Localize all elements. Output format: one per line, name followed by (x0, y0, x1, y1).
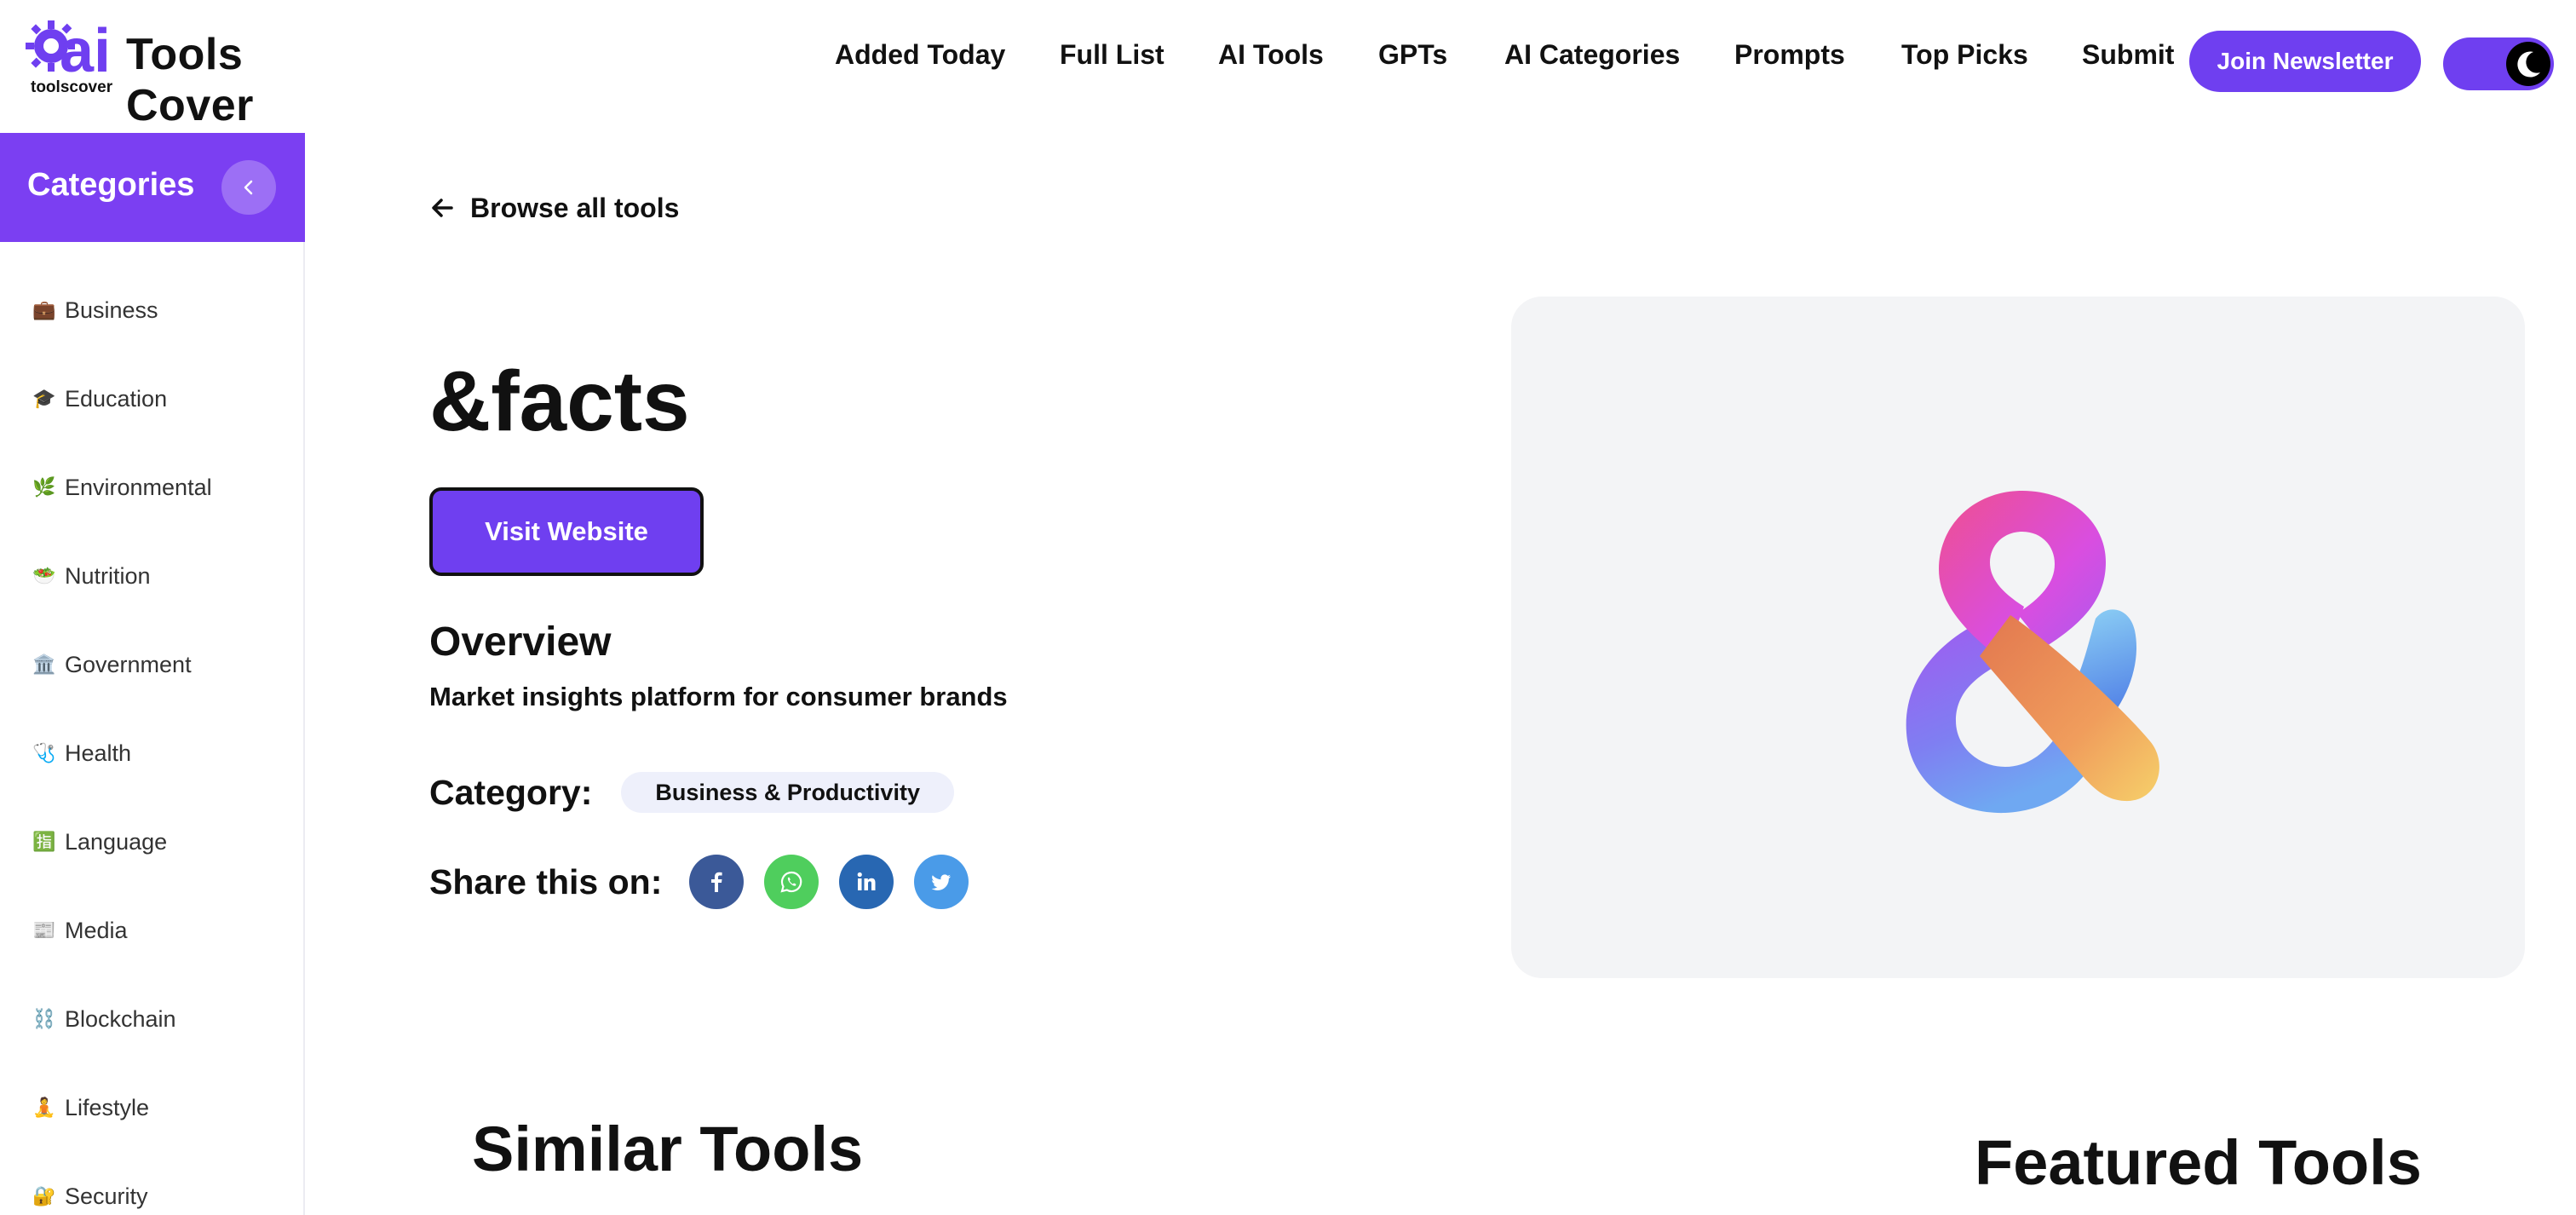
categories-sidebar: Categories 💼 Business 🎓 Education 🌿 Environ… (0, 133, 305, 1215)
featured-tools-heading: Featured Tools (1975, 1127, 2422, 1198)
sidebar-item-label: Education (65, 385, 168, 412)
sidebar-item-health[interactable]: 🩺 Health (32, 736, 131, 770)
twitter-icon (931, 874, 952, 890)
sidebar-item-label: Security (65, 1183, 148, 1209)
sidebar-item-label: Lifestyle (65, 1094, 150, 1120)
leaf-icon: 🌿 (32, 476, 56, 498)
sidebar-item-blockchain[interactable]: ⛓️ Blockchain (32, 1002, 176, 1036)
nav-top-picks[interactable]: Top Picks (1901, 39, 2028, 71)
category-badge[interactable]: Business & Productivity (621, 772, 954, 813)
linkedin-icon (858, 872, 876, 890)
stethoscope-icon: 🩺 (32, 742, 56, 763)
chain-icon: ⛓️ (32, 1008, 56, 1029)
share-twitter-button[interactable] (914, 855, 969, 909)
sidebar-item-environmental[interactable]: 🌿 Environmental (32, 470, 212, 504)
language-icon: 🈯 (32, 831, 56, 852)
sidebar-item-label: Government (65, 651, 192, 677)
overview-text: Market insights platform for consumer br… (429, 682, 1008, 711)
theme-toggle[interactable] (2443, 37, 2554, 90)
newspaper-icon: 📰 (32, 919, 56, 941)
gear-logo-icon: ai (26, 17, 111, 85)
sidebar-item-label: Nutrition (65, 562, 151, 589)
sidebar-item-business[interactable]: 💼 Business (32, 293, 158, 327)
sidebar-item-label: Business (65, 297, 158, 323)
building-icon: 🏛️ (32, 654, 56, 675)
share-facebook-button[interactable] (689, 855, 745, 909)
share-linkedin-button[interactable] (839, 855, 894, 909)
sidebar-title: Categories (27, 167, 195, 203)
category-label: Category: (429, 772, 593, 812)
sidebar-item-label: Media (65, 917, 128, 943)
nav-prompts[interactable]: Prompts (1734, 39, 1845, 71)
nav-gpts[interactable]: GPTs (1378, 39, 1447, 71)
sidebar-item-government[interactable]: 🏛️ Government (32, 648, 192, 682)
sidebar-item-security[interactable]: 🔐 Security (32, 1179, 148, 1213)
share-icons (689, 855, 969, 909)
tool-title: &facts (429, 354, 690, 449)
nav-ai-categories[interactable]: AI Categories (1504, 39, 1680, 71)
site-header: ai toolscover Tools Cover Added Today Fu… (0, 0, 2576, 130)
logo-title: Tools Cover (126, 30, 254, 130)
facebook-icon (711, 872, 722, 892)
meditation-icon: 🧘 (32, 1097, 56, 1118)
sidebar-item-label: Health (65, 740, 132, 766)
graduation-cap-icon: 🎓 (32, 388, 56, 409)
briefcase-icon: 💼 (32, 299, 56, 320)
sidebar-item-nutrition[interactable]: 🥗 Nutrition (32, 559, 151, 593)
sidebar-item-label: Blockchain (65, 1005, 176, 1032)
nav-ai-tools[interactable]: AI Tools (1218, 39, 1324, 71)
sidebar-item-label: Environmental (65, 474, 212, 500)
lock-icon: 🔐 (32, 1185, 56, 1206)
whatsapp-icon (780, 871, 802, 893)
share-whatsapp-button[interactable] (764, 855, 819, 909)
sidebar-header: Categories (0, 133, 305, 242)
browse-all-tools-link[interactable]: Browse all tools (429, 191, 679, 225)
share-row: Share this on: (429, 854, 969, 910)
sidebar-collapse-button[interactable] (221, 160, 276, 215)
moon-icon (2517, 51, 2540, 78)
nav-submit[interactable]: Submit (2082, 39, 2174, 71)
salad-icon: 🥗 (32, 565, 56, 586)
ampersand-logo-icon (1906, 491, 2159, 814)
sidebar-item-label: Language (65, 828, 168, 855)
site-logo[interactable]: ai toolscover Tools Cover (26, 17, 383, 130)
category-row: Category: Business & Productivity (429, 767, 954, 818)
tool-preview-image (1511, 297, 2525, 978)
theme-knob (2506, 42, 2550, 86)
chevron-left-icon (244, 180, 253, 195)
arrow-left-icon (432, 199, 453, 217)
sidebar-item-media[interactable]: 📰 Media (32, 913, 128, 947)
back-link-label: Browse all tools (470, 192, 680, 223)
share-label: Share this on: (429, 861, 663, 901)
logo-subtitle: toolscover (31, 78, 113, 96)
similar-tools-heading: Similar Tools (472, 1114, 864, 1184)
nav-full-list[interactable]: Full List (1060, 39, 1164, 71)
sidebar-item-language[interactable]: 🈯 Language (32, 825, 167, 859)
nav-added-today[interactable]: Added Today (835, 39, 1005, 71)
sidebar-item-lifestyle[interactable]: 🧘 Lifestyle (32, 1091, 149, 1125)
join-newsletter-button[interactable]: Join Newsletter (2189, 31, 2421, 92)
sidebar-item-education[interactable]: 🎓 Education (32, 382, 167, 416)
overview-heading: Overview (429, 619, 612, 665)
visit-website-button[interactable]: Visit Website (429, 487, 704, 576)
svg-text:ai: ai (60, 17, 111, 85)
